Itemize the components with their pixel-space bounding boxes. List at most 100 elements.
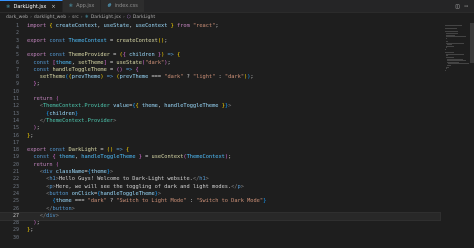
code-text: {theme === "dark" ? "Switch to Light Mod… xyxy=(27,198,267,205)
chevron-right-icon: › xyxy=(80,14,83,20)
code-token: === xyxy=(148,74,165,81)
code-token: ? xyxy=(183,74,193,81)
code-line[interactable]: 22 <h1>Hello Guys! Welcome to Dark-Light… xyxy=(0,176,440,183)
code-token: button xyxy=(49,190,69,197)
breadcrumb-item[interactable]: DarkLight xyxy=(133,15,155,20)
code-token: const xyxy=(33,154,50,161)
code-token: > xyxy=(55,212,59,219)
code-token: "react" xyxy=(192,23,216,29)
code-token: ? xyxy=(106,198,117,205)
code-line[interactable]: 21 <div className={theme}> xyxy=(0,169,440,176)
code-token: ; xyxy=(36,125,40,132)
code-token: > xyxy=(240,183,244,190)
code-line[interactable]: 12 <ThemeContext.Provider value={{ theme… xyxy=(0,103,440,110)
line-number: 30 xyxy=(12,234,19,241)
react-icon: ⚛ xyxy=(84,14,89,20)
code-line[interactable]: 7 const handleToggleTheme = () => { xyxy=(0,67,440,74)
minimap-line xyxy=(445,68,447,70)
code-token: Here, we will see the toggling of dark a… xyxy=(55,183,232,190)
more-actions-icon[interactable]: ⋯ xyxy=(464,3,468,10)
tab-app-jsx[interactable]: ⚛ App.jsx xyxy=(62,0,102,12)
line-number: 29 xyxy=(12,227,19,234)
line-number: 6 xyxy=(15,59,19,66)
minimap[interactable] xyxy=(444,23,470,248)
code-token: return xyxy=(33,161,53,168)
code-token: onClick xyxy=(71,190,95,197)
code-line[interactable]: 26 </button> xyxy=(0,206,440,213)
tab-index-css[interactable]: # index.css xyxy=(101,0,145,12)
code-text: export const DarkLight = () => { xyxy=(27,147,129,154)
line-number: 18 xyxy=(12,147,19,154)
code-token: } xyxy=(74,110,79,117)
code-line[interactable]: 2 xyxy=(0,30,440,37)
line-number: 28 xyxy=(12,220,19,227)
code-line[interactable]: 4 xyxy=(0,45,440,52)
editor-actions: ◫ ⋯ xyxy=(456,0,474,12)
code-line[interactable]: 16}; xyxy=(0,133,440,140)
code-line[interactable]: 1 import { createContext, useState, useCo… xyxy=(0,23,440,30)
code-token: useContext xyxy=(135,23,168,29)
code-line[interactable]: 28 ); xyxy=(0,220,440,227)
code-line[interactable]: 29}; xyxy=(0,227,440,234)
chevron-right-icon: › xyxy=(68,14,71,20)
code-line[interactable]: 14 </ThemeContext.Provider> xyxy=(0,118,440,125)
line-number: 26 xyxy=(12,205,19,212)
code-line[interactable]: 8 setTheme((prevTheme) => (prevTheme ===… xyxy=(0,74,440,81)
split-editor-icon[interactable]: ◫ xyxy=(456,3,460,10)
line-number: 20 xyxy=(12,161,19,168)
code-token: handleToggleTheme xyxy=(81,154,136,161)
breadcrumb-item[interactable]: src xyxy=(72,15,79,20)
code-token: value xyxy=(113,103,130,110)
code-token: export xyxy=(27,147,47,154)
code-editor[interactable]: 1 import { createContext, useState, useCo… xyxy=(0,23,474,248)
code-token: export xyxy=(27,37,47,44)
code-token: const xyxy=(33,66,50,73)
line-number: 14 xyxy=(12,117,19,124)
code-line[interactable]: 23 <p>Here, we will see the toggling of … xyxy=(0,184,440,191)
code-token: useContext xyxy=(151,154,184,161)
code-line[interactable]: 3 export const ThemeContext = createConte… xyxy=(0,38,440,45)
tab-label: App.jsx xyxy=(76,3,95,9)
scrollbar-thumb[interactable] xyxy=(470,23,474,63)
code-text: ); xyxy=(27,220,39,227)
breadcrumb-item[interactable]: DarkLight.jsx xyxy=(91,15,121,20)
code-line[interactable]: 24 <button onClick={handleToggleTheme}> xyxy=(0,191,440,198)
code-line[interactable]: 13 {children} xyxy=(0,111,440,118)
code-text: const handleToggleTheme = () => { xyxy=(27,66,138,74)
code-line[interactable]: 18 export const DarkLight = () => { xyxy=(0,147,440,154)
code-text: const [theme, setTheme] = useState("dark… xyxy=(27,60,170,67)
close-icon[interactable]: × xyxy=(51,4,55,10)
code-token: { xyxy=(177,52,181,59)
code-text: <h1>Hello Guys! Welcome to Dark-Light we… xyxy=(27,176,209,183)
symbol-icon: ⬡ xyxy=(126,14,131,20)
code-token: children xyxy=(49,110,75,117)
line-number: 13 xyxy=(12,110,19,117)
code-line[interactable]: 6 const [theme, setTheme] = useState("da… xyxy=(0,60,440,67)
code-line[interactable]: 30 xyxy=(0,235,440,242)
code-line[interactable]: 27 </div> xyxy=(0,211,441,222)
code-line[interactable]: 20 return ( xyxy=(0,162,440,169)
code-line[interactable]: 17 xyxy=(0,140,440,147)
code-token: ; xyxy=(30,227,34,234)
code-text: <button onClick={handleToggleTheme}> xyxy=(27,191,161,198)
code-token: setTheme xyxy=(39,74,66,81)
code-line[interactable]: 10 xyxy=(0,89,440,96)
code-line[interactable]: 25 {theme === "dark" ? "Switch to Light … xyxy=(0,198,440,205)
code-token: import xyxy=(27,23,47,29)
code-line[interactable]: 19 const { theme, handleToggleTheme } = … xyxy=(0,154,440,161)
breadcrumb-item[interactable]: darklight_web xyxy=(34,15,66,20)
code-token: handleToggleTheme xyxy=(100,190,155,197)
code-line[interactable]: 15 ); xyxy=(0,125,440,132)
code-line[interactable]: 9 }; xyxy=(0,81,440,88)
code-text: const { theme, handleToggleTheme } = use… xyxy=(27,154,231,161)
tab-darklight-jsx[interactable]: ⚛ DarkLight.jsx × xyxy=(0,0,63,12)
breadcrumb-item[interactable]: dark_web xyxy=(6,15,28,20)
code-line[interactable]: 5 export const ThemeProvider = ({ childre… xyxy=(0,52,440,59)
code-token: prevTheme xyxy=(71,74,101,81)
code-line[interactable]: 11 return ( xyxy=(0,96,440,103)
